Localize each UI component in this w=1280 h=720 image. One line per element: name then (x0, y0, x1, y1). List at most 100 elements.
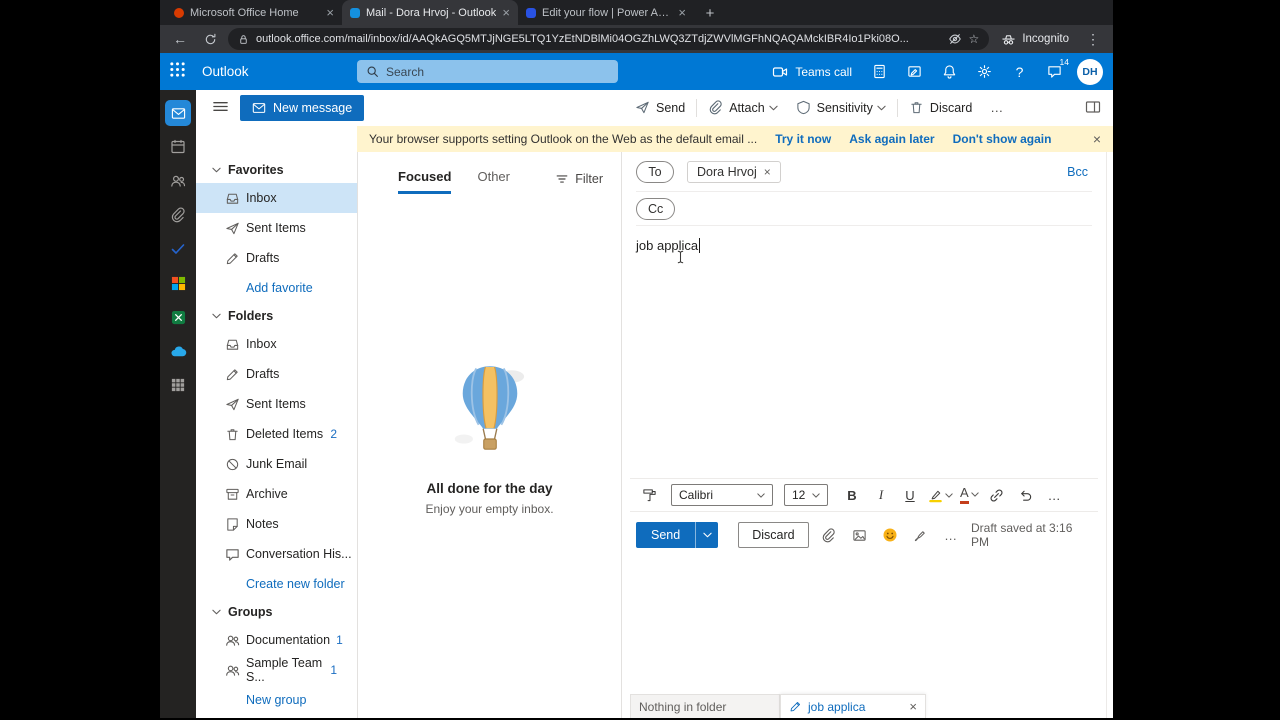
draw-pen-icon[interactable] (910, 523, 932, 547)
favorite-sent-items[interactable]: Sent Items (196, 213, 357, 243)
sensitivity-command[interactable]: Sensitivity (787, 90, 895, 125)
attach-command[interactable]: Attach (699, 90, 786, 125)
more-formatting-icon[interactable]: … (1042, 482, 1068, 508)
teams-call-button[interactable]: Teams call (762, 53, 862, 90)
groups-section-header[interactable]: Groups (196, 599, 357, 625)
address-bar[interactable]: outlook.office.com/mail/inbox/id/AAQkAGQ… (228, 28, 990, 50)
more-commands-icon[interactable]: … (981, 90, 1013, 125)
more-options-icon[interactable]: … (940, 523, 962, 547)
chat-notifications-icon[interactable]: 14 (1037, 53, 1072, 90)
folder-junk-email[interactable]: Junk Email (196, 449, 357, 479)
dont-show-again-link[interactable]: Don't show again (953, 132, 1052, 146)
eye-blocked-icon[interactable] (948, 32, 962, 46)
app-name[interactable]: Outlook (202, 64, 249, 79)
remove-recipient-icon[interactable]: × (764, 165, 771, 179)
folders-section-header[interactable]: Folders (196, 303, 357, 329)
notifications-bell-icon[interactable] (932, 53, 967, 90)
ask-again-later-link[interactable]: Ask again later (849, 132, 934, 146)
browser-menu-icon[interactable]: ⋮ (1081, 27, 1105, 51)
rail-onedrive-icon[interactable] (160, 334, 196, 368)
folder-inbox[interactable]: Inbox (196, 329, 357, 359)
subject-input[interactable]: job applica (636, 226, 1092, 264)
new-message-label: New message (273, 101, 353, 115)
rail-more-apps-icon[interactable] (160, 368, 196, 402)
rail-mail-icon[interactable] (160, 96, 196, 130)
font-color-button[interactable]: A (960, 486, 979, 504)
rail-people-icon[interactable] (160, 164, 196, 198)
url-text: outlook.office.com/mail/inbox/id/AAQkAGQ… (256, 33, 909, 45)
emoji-icon[interactable] (879, 523, 901, 547)
rail-calendar-icon[interactable] (160, 130, 196, 164)
new-tab-button[interactable]: + (698, 1, 722, 25)
rail-office-apps-icon[interactable] (160, 266, 196, 300)
send-options-chevron[interactable] (695, 522, 719, 548)
bcc-link[interactable]: Bcc (1067, 165, 1088, 179)
highlight-color-button[interactable] (928, 488, 953, 503)
account-avatar[interactable]: DH (1077, 58, 1103, 85)
bookmark-star-icon[interactable]: ☆ (969, 32, 980, 46)
group-documentation[interactable]: Documentation 1 (196, 625, 357, 655)
add-favorite-link[interactable]: Add favorite (196, 273, 357, 303)
bold-button[interactable]: B (839, 482, 865, 508)
folder-sent-items[interactable]: Sent Items (196, 389, 357, 419)
recipient-chip[interactable]: Dora Hrvoj × (687, 160, 781, 183)
folder-notes[interactable]: Notes (196, 509, 357, 539)
attach-file-icon[interactable] (818, 523, 840, 547)
insert-image-icon[interactable] (848, 523, 870, 547)
format-painter-icon[interactable] (636, 482, 662, 508)
to-button[interactable]: To (636, 160, 674, 183)
discard-button[interactable]: Discard (738, 522, 809, 548)
folder-archive[interactable]: Archive (196, 479, 357, 509)
rail-excel-icon[interactable] (160, 300, 196, 334)
favorites-section-header[interactable]: Favorites (196, 157, 357, 183)
app-launcher-waffle-icon[interactable] (169, 61, 186, 78)
help-icon[interactable]: ? (1002, 53, 1037, 90)
tab-focused[interactable]: Focused (398, 169, 452, 194)
tab-close-icon[interactable]: × (678, 6, 686, 19)
new-group-link[interactable]: New group (196, 685, 357, 715)
formatting-toolbar: Calibri 12 B I U A … (630, 478, 1098, 512)
tab-close-icon[interactable]: × (502, 6, 510, 19)
folder-conversation-history[interactable]: Conversation His... (196, 539, 357, 569)
folder-drafts[interactable]: Drafts (196, 359, 357, 389)
rail-todo-icon[interactable] (160, 232, 196, 266)
folder-deleted-items[interactable]: Deleted Items 2 (196, 419, 357, 449)
my-day-icon[interactable] (862, 53, 897, 90)
send-command[interactable]: Send (626, 90, 694, 125)
tab-other[interactable]: Other (477, 169, 510, 194)
discard-command[interactable]: Discard (900, 90, 981, 125)
reading-pane-icon[interactable] (1085, 99, 1101, 115)
italic-button[interactable]: I (868, 482, 894, 508)
message-body-input[interactable] (636, 266, 1092, 476)
browser-tab-power-automate[interactable]: Edit your flow | Power Auto × (518, 0, 694, 25)
filter-button[interactable]: Filter (555, 172, 603, 186)
settings-gear-icon[interactable] (967, 53, 1002, 90)
send-button[interactable]: Send (636, 522, 696, 548)
unread-count-badge: 2 (330, 427, 337, 441)
try-it-now-link[interactable]: Try it now (775, 132, 831, 146)
back-icon[interactable]: ← (168, 27, 192, 51)
banner-close-icon[interactable]: × (1093, 131, 1101, 147)
browser-tab-office-home[interactable]: Microsoft Office Home × (166, 0, 342, 25)
font-size-select[interactable]: 12 (784, 484, 828, 506)
docked-draft-tab[interactable]: job applica × (780, 694, 926, 718)
feedback-icon[interactable] (897, 53, 932, 90)
favorite-drafts[interactable]: Drafts (196, 243, 357, 273)
group-label: New group (246, 693, 307, 707)
browser-tab-outlook[interactable]: Mail - Dora Hrvoj - Outlook × (342, 0, 518, 25)
undo-icon[interactable] (1013, 482, 1039, 508)
rail-attachments-icon[interactable] (160, 198, 196, 232)
insert-link-icon[interactable] (984, 482, 1010, 508)
favorite-inbox[interactable]: Inbox (196, 183, 357, 213)
font-family-select[interactable]: Calibri (671, 484, 773, 506)
collapse-folder-pane-icon[interactable] (212, 98, 229, 120)
group-sample-team[interactable]: Sample Team S... 1 (196, 655, 357, 685)
cc-button[interactable]: Cc (636, 197, 676, 220)
new-message-button[interactable]: New message (240, 95, 365, 121)
search-input[interactable]: Search (357, 60, 618, 83)
create-new-folder-link[interactable]: Create new folder (196, 569, 357, 599)
tab-close-icon[interactable]: × (326, 6, 334, 19)
refresh-icon[interactable] (198, 27, 222, 51)
underline-button[interactable]: U (897, 482, 923, 508)
close-draft-icon[interactable]: × (909, 699, 917, 714)
